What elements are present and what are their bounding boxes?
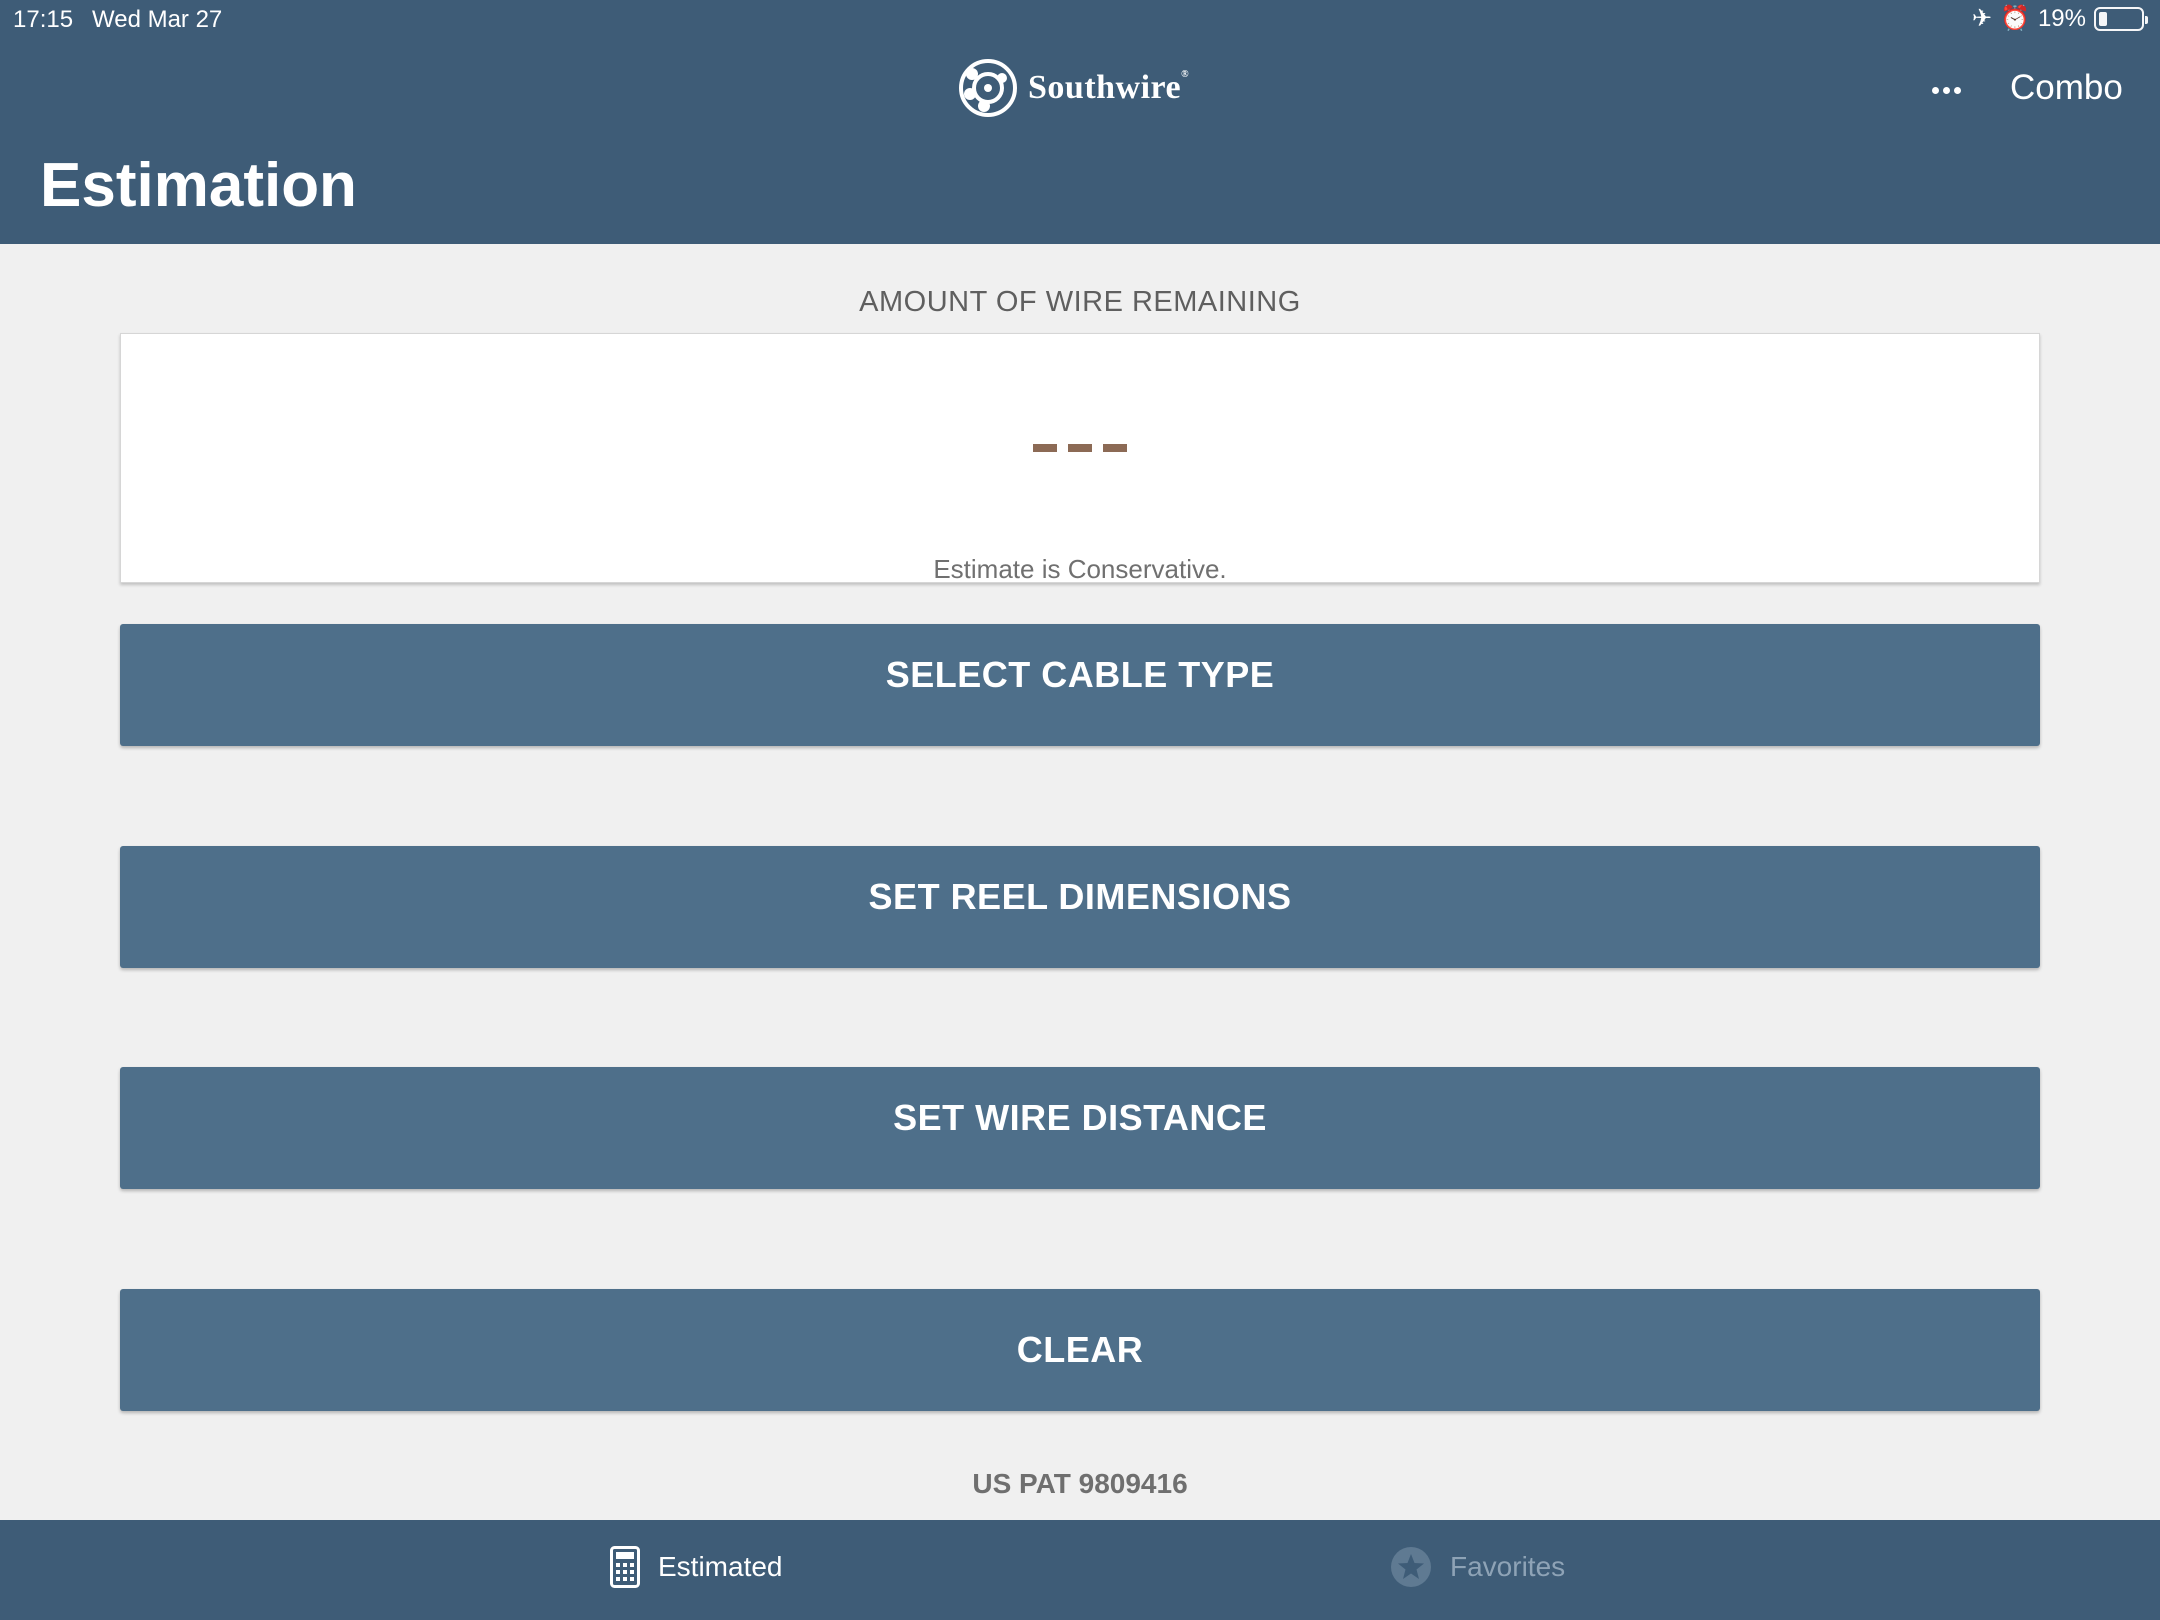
page-title: Estimation [40, 151, 357, 220]
southwire-logo: Southwire® [958, 58, 1189, 118]
tab-estimated[interactable]: Estimated [610, 1546, 783, 1588]
ellipsis-icon-dot [1942, 86, 1950, 94]
brand-name: Southwire® [1028, 69, 1190, 106]
set-reel-dimensions-button[interactable]: SET REEL DIMENSIONS [120, 846, 2040, 968]
set-reel-dimensions-label: SET REEL DIMENSIONS [868, 876, 1292, 917]
placeholder-dash [1068, 444, 1092, 452]
alarm-icon: ⏰ [2000, 5, 2030, 32]
ellipsis-icon-dot [1953, 86, 1961, 94]
star-icon [1391, 1547, 1431, 1587]
combo-button[interactable]: Combo [2010, 68, 2123, 108]
result-card [120, 333, 2040, 583]
registered-mark: ® [1181, 69, 1190, 80]
battery-icon [2094, 7, 2148, 31]
wire-remaining-value [1033, 444, 1127, 452]
more-options-button[interactable] [1926, 72, 1966, 108]
wire-remaining-label: AMOUNT OF WIRE REMAINING [859, 286, 1301, 318]
tab-favorites[interactable]: Favorites [1390, 1546, 1565, 1588]
status-indicators: ✈ ⏰ 19% [1971, 5, 2148, 33]
tab-estimated-label: Estimated [658, 1551, 783, 1582]
status-time: 17:15 [13, 6, 74, 33]
ellipsis-icon-dot [1931, 86, 1939, 94]
app-header: 17:15 Wed Mar 27 ✈ ⏰ 19% Southwire® Comb… [0, 0, 2160, 244]
select-cable-type-label: SELECT CABLE TYPE [885, 654, 1275, 695]
tab-bar: Estimated Favorites [0, 1520, 2160, 1620]
status-bar: 17:15 Wed Mar 27 ✈ ⏰ 19% [0, 0, 2160, 40]
battery-percent: 19% [2037, 5, 2086, 32]
select-cable-type-button[interactable]: SELECT CABLE TYPE [120, 624, 2040, 746]
clear-label: CLEAR [1016, 1329, 1144, 1370]
estimate-note: Estimate is Conservative. [933, 554, 1227, 584]
patent-number: US PAT 9809416 [972, 1468, 1188, 1499]
airplane-icon: ✈ [1971, 5, 1993, 32]
status-date: Wed Mar 27 [92, 6, 223, 33]
set-wire-distance-label: SET WIRE DISTANCE [893, 1097, 1267, 1138]
southwire-logo-icon [959, 59, 1017, 117]
battery-level [2099, 12, 2107, 26]
set-wire-distance-button[interactable]: SET WIRE DISTANCE [120, 1067, 2040, 1189]
placeholder-dash [1033, 444, 1057, 452]
clear-button[interactable]: CLEAR [120, 1289, 2040, 1411]
calculator-icon [610, 1546, 640, 1588]
placeholder-dash [1103, 444, 1127, 452]
tab-favorites-label: Favorites [1450, 1551, 1566, 1582]
